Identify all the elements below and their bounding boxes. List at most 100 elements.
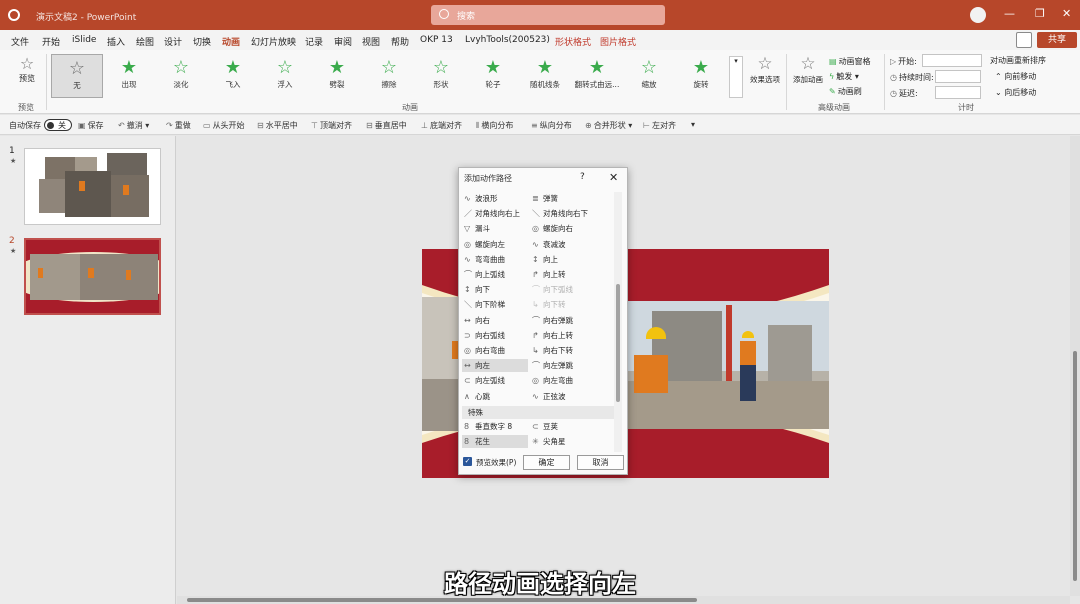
from-start-button[interactable]: ▭ 从头开始 (203, 120, 245, 131)
restore-button[interactable]: ❐ (1035, 8, 1045, 20)
motion-path-item[interactable]: ∿ 正弦波 (530, 390, 596, 403)
scroll-thumb[interactable] (187, 598, 697, 602)
motion-path-item[interactable]: ≣ 弹簧 (530, 192, 596, 205)
animation-fly-in[interactable]: ★ 飞入 (207, 54, 259, 98)
timing-start-select[interactable] (922, 54, 982, 67)
animation-split[interactable]: ★ 劈裂 (311, 54, 363, 98)
motion-path-item[interactable]: ↔ 向右 (462, 314, 528, 327)
motion-path-item[interactable]: ◎ 向右弯曲 (462, 344, 528, 357)
motion-path-item[interactable]: ⊂ 豆荚 (530, 420, 596, 433)
close-button[interactable]: ✕ (1062, 8, 1071, 20)
motion-path-item[interactable]: ∧ 心跳 (462, 390, 528, 403)
timing-duration-input[interactable] (935, 70, 981, 83)
motion-path-item[interactable]: ↱ 向右上转 (530, 329, 596, 342)
motion-path-item[interactable]: ◎ 向左弯曲 (530, 374, 596, 387)
motion-path-item[interactable]: ⌒ 向上弧线 (462, 268, 528, 281)
share-button[interactable]: 共享 (1037, 32, 1077, 48)
align-left-button[interactable]: ⊢ 左对齐 (643, 120, 676, 131)
minimize-button[interactable]: — (1004, 8, 1015, 20)
tab-slideshow[interactable]: 幻灯片放映 (251, 35, 296, 48)
motion-path-item[interactable]: ⊃ 向右弧线 (462, 329, 528, 342)
motion-path-item[interactable]: ↳ 向下转 (530, 298, 596, 311)
tab-file[interactable]: 文件 (11, 35, 29, 48)
tab-draw[interactable]: 绘图 (136, 35, 154, 48)
scroll-thumb[interactable] (616, 284, 620, 402)
gallery-more-button[interactable]: ▾ (729, 56, 743, 98)
motion-path-item[interactable]: ∿ 衰减波 (530, 238, 596, 251)
tab-review[interactable]: 审阅 (334, 35, 352, 48)
timing-delay-input[interactable] (935, 86, 981, 99)
ok-button[interactable]: 确定 (523, 455, 570, 470)
effect-options-button[interactable]: ☆ 效果选项 (748, 54, 782, 85)
undo-button[interactable]: ↶ 撤消 ▾ (118, 120, 149, 131)
tab-view[interactable]: 视图 (362, 35, 380, 48)
slide-thumbnail-2[interactable] (24, 238, 161, 315)
tab-transitions[interactable]: 切换 (193, 35, 211, 48)
preview-button[interactable]: ☆ 预览 (10, 54, 44, 96)
tab-insert[interactable]: 插入 (107, 35, 125, 48)
motion-path-item[interactable]: 8 垂直数字 8 (462, 420, 528, 433)
redo-button[interactable]: ↷ 重做 (166, 120, 191, 131)
motion-path-item[interactable]: ＼ 向下阶梯 (462, 298, 528, 311)
motion-path-item[interactable]: ↳ 向右下转 (530, 344, 596, 357)
motion-path-item[interactable]: ⌒ 向左弹跳 (530, 359, 596, 372)
motion-path-item[interactable]: ／对角线向右上 (462, 207, 528, 220)
motion-path-item[interactable]: ◎ 螺旋向左 (462, 238, 528, 251)
animation-float-in[interactable]: ☆ 浮入 (259, 54, 311, 98)
save-button[interactable]: ▣ 保存 (78, 120, 104, 131)
tab-design[interactable]: 设计 (164, 35, 182, 48)
autosave-toggle[interactable]: 关 (44, 119, 72, 131)
motion-path-item[interactable]: ↱ 向上转 (530, 268, 596, 281)
tab-lvyhtools[interactable]: LvyhTools(200523) (465, 35, 550, 45)
animation-shape[interactable]: ☆ 形状 (415, 54, 467, 98)
move-later-button[interactable]: ⌄ 向后移动 (995, 87, 1036, 98)
tab-islide[interactable]: iSlide (72, 35, 96, 45)
preview-effect-checkbox[interactable]: ✓ (463, 457, 472, 466)
align-bottom-button[interactable]: ⊥ 底端对齐 (421, 120, 462, 131)
tab-shape-format[interactable]: 形状格式 (555, 35, 591, 48)
motion-path-item[interactable]: 8 花生 (462, 435, 528, 449)
comments-button[interactable] (1016, 32, 1032, 48)
animation-none[interactable]: ☆ 无 (51, 54, 103, 98)
vertical-scrollbar[interactable] (1070, 136, 1080, 596)
slide-thumbnail-1[interactable] (24, 148, 161, 225)
animation-fade[interactable]: ☆ 淡化 (155, 54, 207, 98)
align-middle-button[interactable]: ⊟ 垂直居中 (366, 120, 407, 131)
motion-path-item[interactable]: ∿ 弯弯曲曲 (462, 253, 528, 266)
dialog-scrollbar[interactable] (614, 192, 622, 452)
trigger-button[interactable]: ϟ 触发 ▾ (829, 71, 859, 82)
tab-picture-format[interactable]: 图片格式 (600, 35, 636, 48)
animation-appear[interactable]: ★ 出现 (103, 54, 155, 98)
search-box[interactable]: 搜索 (431, 5, 665, 25)
avatar[interactable] (970, 7, 986, 23)
cancel-button[interactable]: 取消 (577, 455, 624, 470)
motion-path-item[interactable]: ⊂ 向左弧线 (462, 374, 528, 387)
animation-wheel[interactable]: ★ 轮子 (467, 54, 519, 98)
scroll-thumb[interactable] (1073, 351, 1077, 581)
help-icon[interactable]: ? (580, 172, 585, 182)
animation-pane-button[interactable]: ▤ 动画窗格 (829, 56, 871, 67)
horizontal-scrollbar[interactable] (177, 596, 1070, 604)
align-top-button[interactable]: ⊤ 顶端对齐 (311, 120, 352, 131)
distribute-horizontal-button[interactable]: ⫴ 横向分布 (476, 120, 513, 131)
motion-path-item[interactable]: ∿ 波浪形 (462, 192, 528, 205)
merge-shapes-button[interactable]: ⊕ 合并形状 ▾ (585, 120, 632, 131)
motion-path-item[interactable]: ⌒ 向右弹跳 (530, 314, 596, 327)
align-center-button[interactable]: ⊟ 水平居中 (257, 120, 298, 131)
motion-path-item[interactable]: ⌒ 向下弧线 (530, 283, 596, 296)
tab-home[interactable]: 开始 (42, 35, 60, 48)
motion-path-item[interactable]: ↕ 向下 (462, 283, 528, 296)
motion-path-item[interactable]: ↔ 向左 (462, 359, 528, 373)
animation-wipe[interactable]: ☆ 擦除 (363, 54, 415, 98)
animation-random-bars[interactable]: ★ 随机线条 (519, 54, 571, 98)
motion-path-item[interactable]: ＼ 对角线向右下 (530, 207, 596, 220)
animation-swivel[interactable]: ★ 旋转 (675, 54, 727, 98)
motion-path-item[interactable]: ↕ 向上 (530, 253, 596, 266)
distribute-vertical-button[interactable]: ≡ 纵向分布 (531, 120, 572, 131)
add-animation-button[interactable]: ☆ 添加动画 (790, 54, 826, 85)
animation-zoom[interactable]: ☆ 缩放 (623, 54, 675, 98)
close-icon[interactable]: ✕ (609, 171, 618, 184)
tab-okp[interactable]: OKP 13 (420, 35, 453, 45)
tab-help[interactable]: 帮助 (391, 35, 409, 48)
tab-animations[interactable]: 动画 (222, 35, 241, 52)
